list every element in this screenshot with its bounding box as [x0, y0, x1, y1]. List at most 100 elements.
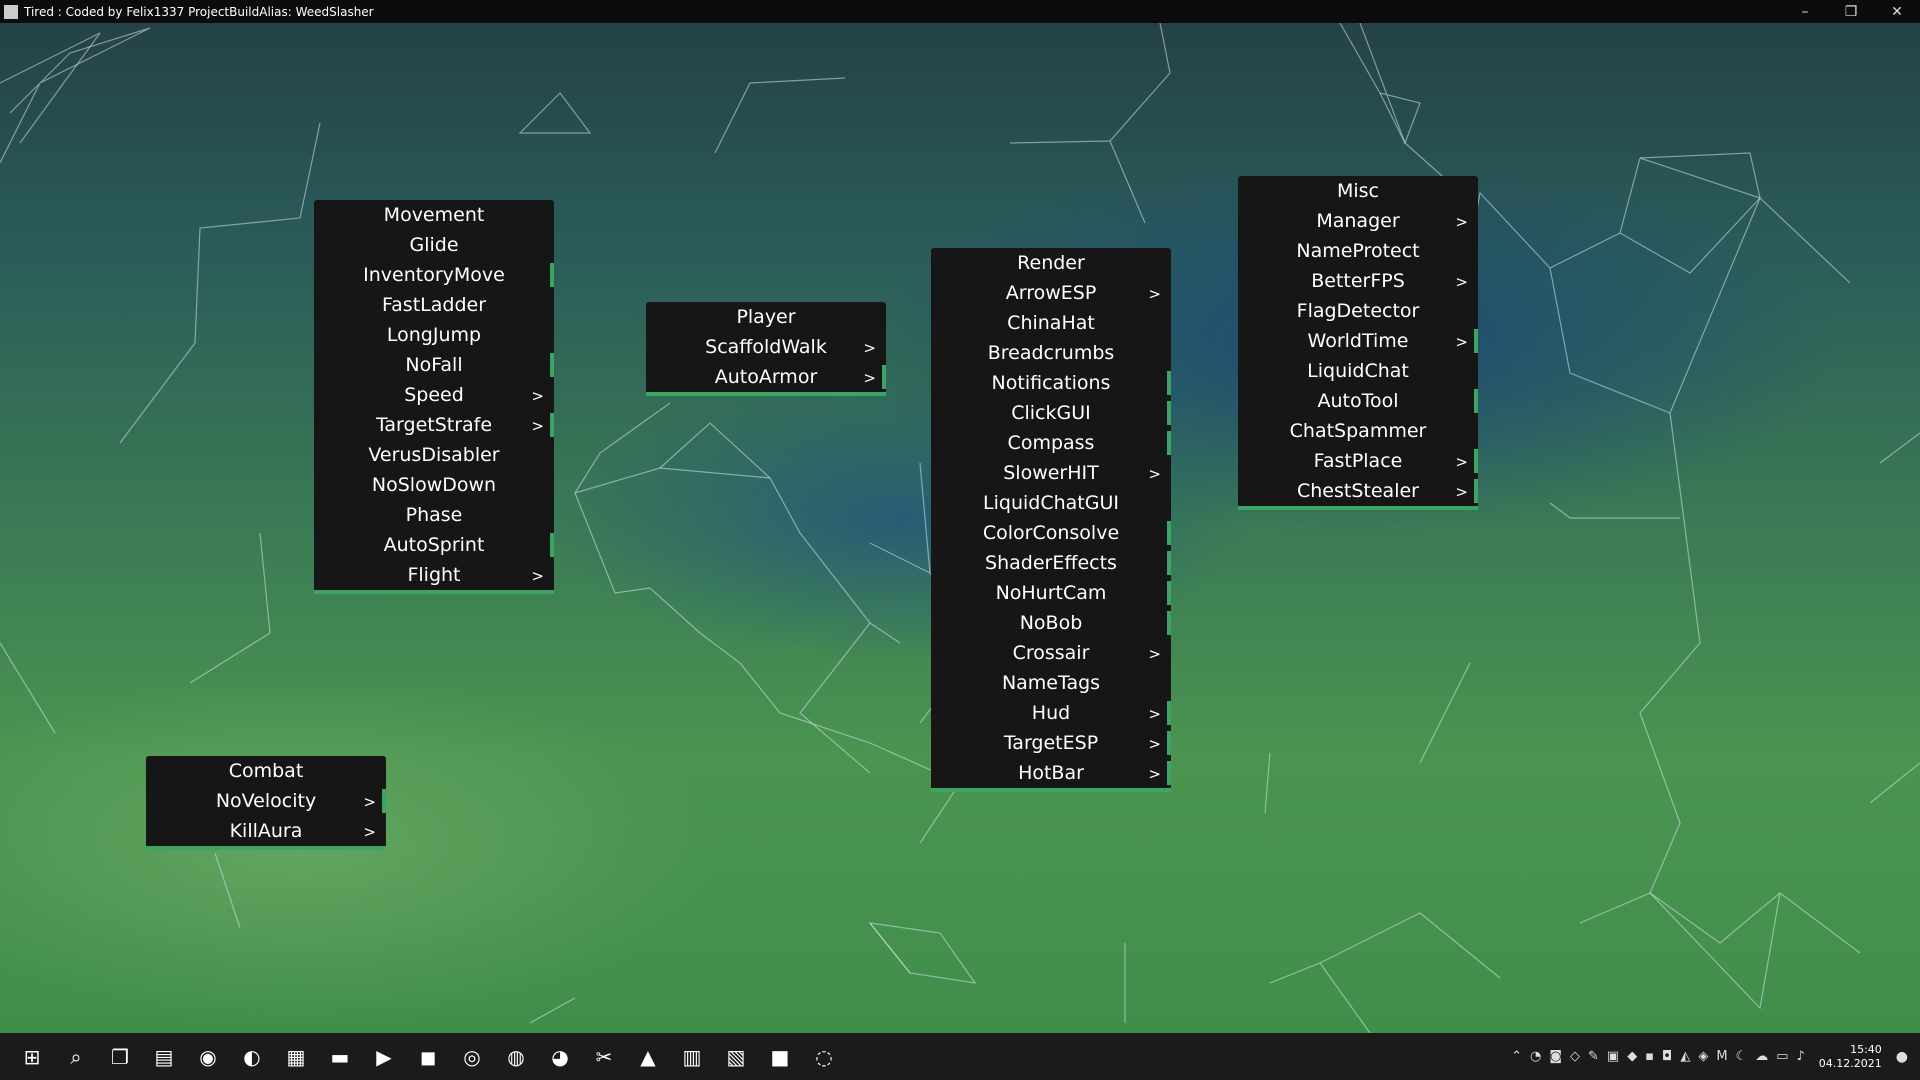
chrome-icon[interactable]: ◎ — [450, 1035, 494, 1079]
window-controls: – ❐ ✕ — [1782, 4, 1920, 20]
clock[interactable]: 15:40 04.12.2021 — [1819, 1043, 1882, 1071]
tray-icon[interactable]: ◘ — [1662, 1049, 1672, 1064]
notepad-icon[interactable]: ▧ — [714, 1035, 758, 1079]
module-item[interactable]: Crossair > — [931, 638, 1171, 668]
submenu-arrow-icon: > — [1148, 705, 1161, 723]
module-item[interactable]: NameTags — [931, 668, 1171, 698]
tray-icon[interactable]: ◔ — [1530, 1049, 1541, 1064]
module-item[interactable]: SlowerHIT > — [931, 458, 1171, 488]
player-panel-title[interactable]: Player — [646, 302, 886, 332]
module-item[interactable]: LongJump — [314, 320, 554, 350]
module-item[interactable]: VerusDisabler — [314, 440, 554, 470]
module-item[interactable]: ColorConsolve — [931, 518, 1171, 548]
tray-icon[interactable]: ▪ — [1645, 1049, 1654, 1064]
tray-icon[interactable]: ◆ — [1627, 1049, 1637, 1064]
module-item[interactable]: NoSlowDown — [314, 470, 554, 500]
module-label: NoFall — [405, 354, 463, 376]
snipping-tool-icon[interactable]: ✂ — [582, 1035, 626, 1079]
intellij-icon[interactable]: ◼ — [406, 1035, 450, 1079]
module-item[interactable]: ShaderEffects — [931, 548, 1171, 578]
module-item[interactable]: LiquidChatGUI — [931, 488, 1171, 518]
tray-icon[interactable]: ▣ — [1607, 1049, 1619, 1064]
tray-icon[interactable]: ◭ — [1680, 1049, 1690, 1064]
module-item[interactable]: AutoTool — [1238, 386, 1478, 416]
tray-icon[interactable]: ♪ — [1797, 1049, 1805, 1064]
module-label: WorldTime — [1307, 330, 1409, 352]
obs-icon[interactable]: ◌ — [802, 1035, 846, 1079]
widgets-icon[interactable]: ▤ — [142, 1035, 186, 1079]
submenu-arrow-icon: > — [1455, 273, 1468, 291]
photos-icon[interactable]: ▲ — [626, 1035, 670, 1079]
combat-panel-title[interactable]: Combat — [146, 756, 386, 786]
tray-icon[interactable]: M — [1716, 1049, 1727, 1064]
module-item[interactable]: Flight > — [314, 560, 554, 590]
module-item[interactable]: Phase — [314, 500, 554, 530]
minecraft-icon[interactable]: ■ — [758, 1035, 802, 1079]
tray-icon[interactable]: ◈ — [1698, 1049, 1708, 1064]
module-item[interactable]: Hud > — [931, 698, 1171, 728]
module-item[interactable]: ChatSpammer — [1238, 416, 1478, 446]
module-item[interactable]: NoVelocity > — [146, 786, 386, 816]
module-item[interactable]: ArrowESP > — [931, 278, 1171, 308]
module-item[interactable]: TargetStrafe > — [314, 410, 554, 440]
tray-icon[interactable]: ☾ — [1736, 1049, 1748, 1064]
tray-icon[interactable]: ✎ — [1588, 1049, 1599, 1064]
taskbar-apps: ⊞ ⌕ ❐ ▤ ◉ ◐ ▦ ▬ ▶ ◼ ◎ ◍ ◕ ✂ ▲ ▥ ▧ ■ ◌ — [10, 1035, 846, 1079]
module-item[interactable]: WorldTime > — [1238, 326, 1478, 356]
tray-icon[interactable]: ⌃ — [1511, 1049, 1522, 1064]
module-item[interactable]: NoFall — [314, 350, 554, 380]
module-item[interactable]: BetterFPS > — [1238, 266, 1478, 296]
module-item[interactable]: Glide — [314, 230, 554, 260]
youtube-icon[interactable]: ▶ — [362, 1035, 406, 1079]
close-icon[interactable]: ✕ — [1874, 4, 1920, 20]
tray-icon[interactable]: ◙ — [1549, 1049, 1562, 1064]
winrar-icon[interactable]: ▥ — [670, 1035, 714, 1079]
submenu-arrow-icon: > — [363, 793, 376, 811]
module-item[interactable]: ChestStealer > — [1238, 476, 1478, 506]
module-label: Glide — [409, 234, 459, 256]
submenu-arrow-icon: > — [1148, 735, 1161, 753]
module-label: Phase — [405, 504, 463, 526]
module-item[interactable]: Compass — [931, 428, 1171, 458]
module-item[interactable]: Speed > — [314, 380, 554, 410]
store-icon[interactable]: ▦ — [274, 1035, 318, 1079]
module-item[interactable]: FastPlace > — [1238, 446, 1478, 476]
start-icon[interactable]: ⊞ — [10, 1035, 54, 1079]
misc-panel-title[interactable]: Misc — [1238, 176, 1478, 206]
module-item[interactable]: InventoryMove — [314, 260, 554, 290]
module-item[interactable]: ScaffoldWalk > — [646, 332, 886, 362]
task-view-icon[interactable]: ❐ — [98, 1035, 142, 1079]
module-item[interactable]: HotBar > — [931, 758, 1171, 788]
movement-panel-title[interactable]: Movement — [314, 200, 554, 230]
steam-icon[interactable]: ◍ — [494, 1035, 538, 1079]
module-item[interactable]: FlagDetector — [1238, 296, 1478, 326]
module-label: Crossair — [1012, 642, 1090, 664]
module-item[interactable]: Manager > — [1238, 206, 1478, 236]
file-explorer-icon[interactable]: ▬ — [318, 1035, 362, 1079]
chat-icon[interactable]: ◉ — [186, 1035, 230, 1079]
module-item[interactable]: FastLadder — [314, 290, 554, 320]
module-item[interactable]: Notifications — [931, 368, 1171, 398]
module-item[interactable]: NoHurtCam — [931, 578, 1171, 608]
module-item[interactable]: LiquidChat — [1238, 356, 1478, 386]
module-item[interactable]: AutoSprint — [314, 530, 554, 560]
module-item[interactable]: KillAura > — [146, 816, 386, 846]
module-item[interactable]: AutoArmor > — [646, 362, 886, 392]
tray-icon[interactable]: ☁ — [1755, 1049, 1768, 1064]
module-item[interactable]: ChinaHat — [931, 308, 1171, 338]
restore-icon[interactable]: ❐ — [1828, 4, 1874, 20]
module-item[interactable]: NameProtect — [1238, 236, 1478, 266]
minimize-icon[interactable]: – — [1782, 4, 1828, 20]
edge-icon[interactable]: ◐ — [230, 1035, 274, 1079]
module-item[interactable]: TargetESP > — [931, 728, 1171, 758]
notification-icon[interactable]: ● — [1896, 1049, 1908, 1065]
tray-icon[interactable]: ▭ — [1776, 1049, 1788, 1064]
module-item[interactable]: ClickGUI — [931, 398, 1171, 428]
render-panel-title[interactable]: Render — [931, 248, 1171, 278]
module-label: InventoryMove — [363, 264, 505, 286]
search-icon[interactable]: ⌕ — [54, 1035, 98, 1079]
module-item[interactable]: NoBob — [931, 608, 1171, 638]
tray-icon[interactable]: ◇ — [1570, 1049, 1580, 1064]
discord-icon[interactable]: ◕ — [538, 1035, 582, 1079]
module-item[interactable]: Breadcrumbs — [931, 338, 1171, 368]
